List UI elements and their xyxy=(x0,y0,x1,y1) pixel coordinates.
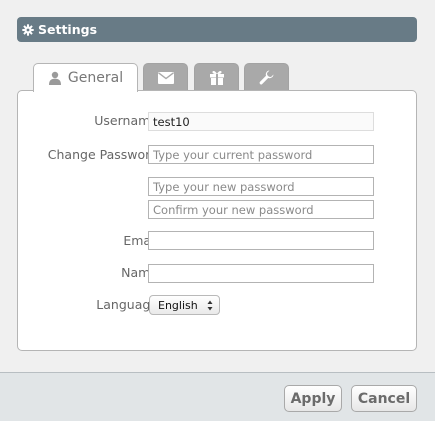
new-password-field[interactable] xyxy=(148,177,374,196)
username-field xyxy=(148,112,374,131)
wrench-icon xyxy=(259,70,274,85)
user-icon xyxy=(48,71,62,85)
updown-arrows-icon xyxy=(207,300,213,311)
name-field[interactable] xyxy=(148,264,374,283)
envelope-icon xyxy=(157,71,174,84)
change-password-label: Change Password xyxy=(47,147,158,162)
current-password-field[interactable] xyxy=(148,145,374,164)
tab-tools[interactable] xyxy=(244,63,289,91)
tab-messages[interactable] xyxy=(143,63,188,91)
header-title: Settings xyxy=(38,22,98,37)
settings-header: Settings xyxy=(17,17,417,42)
tab-general-label: General xyxy=(67,70,124,86)
language-select[interactable]: English xyxy=(149,295,220,315)
cancel-button[interactable]: Cancel xyxy=(351,385,417,412)
confirm-password-field[interactable] xyxy=(148,200,374,219)
gift-icon xyxy=(209,70,225,85)
gear-icon xyxy=(22,23,34,36)
tab-general[interactable]: General xyxy=(33,63,138,92)
email-field[interactable] xyxy=(148,231,374,250)
apply-button[interactable]: Apply xyxy=(284,385,342,412)
tab-gifts[interactable] xyxy=(194,63,239,91)
language-select-value: English xyxy=(158,298,198,312)
